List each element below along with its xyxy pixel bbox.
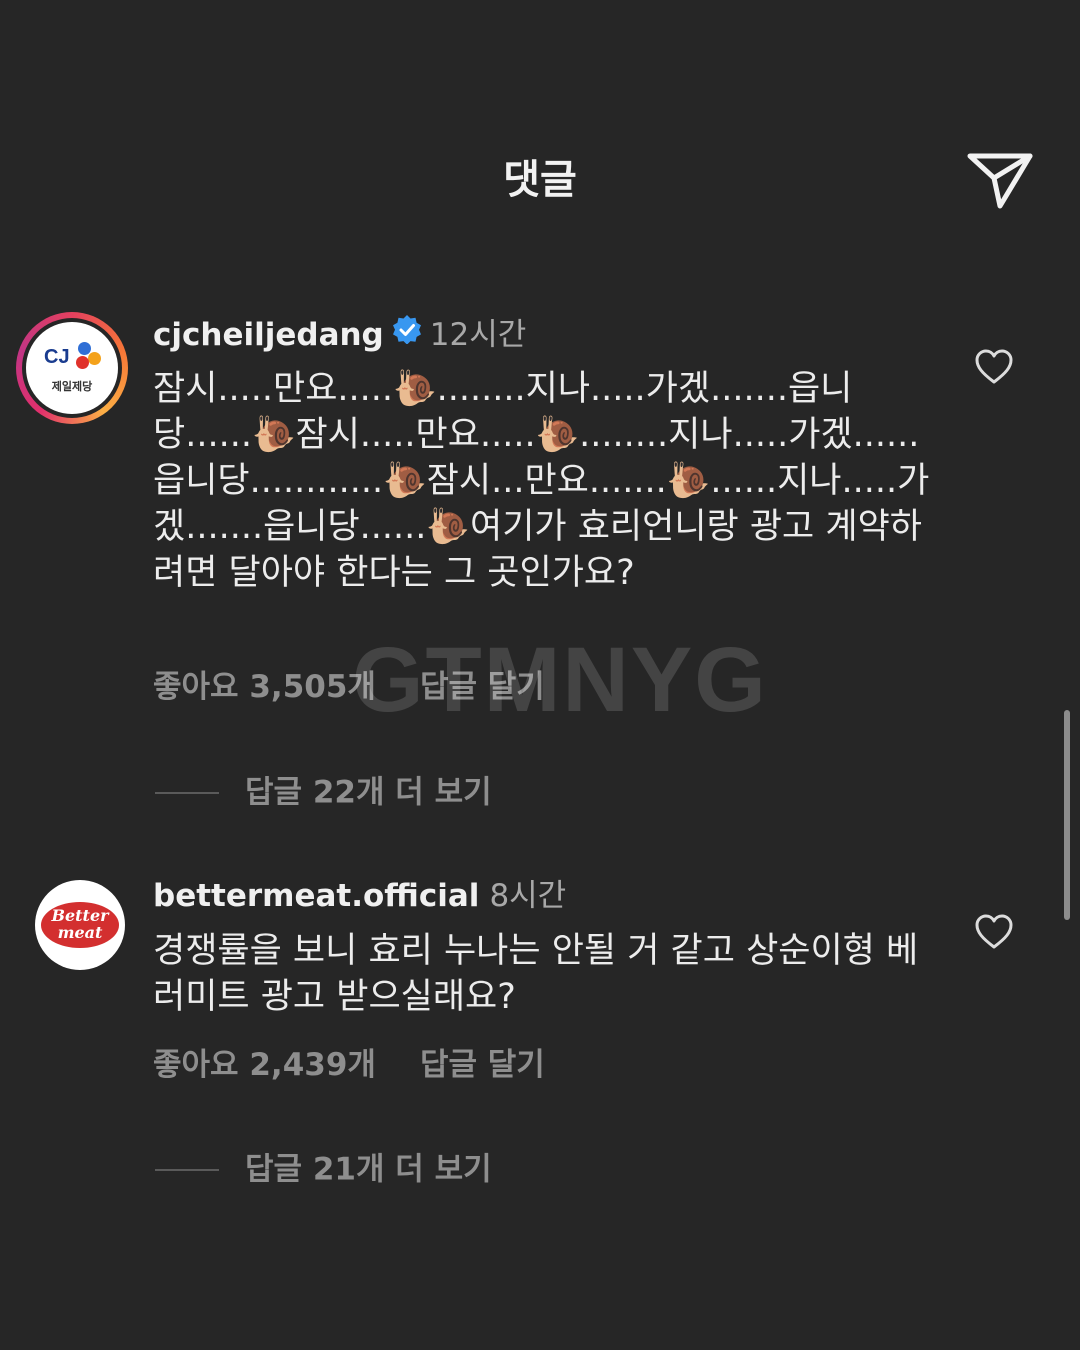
reply-button[interactable]: 답글 달기 xyxy=(420,1047,545,1083)
view-replies-button[interactable]: 답글 22개 더 보기 xyxy=(155,769,492,815)
avatar[interactable]: CJ 제일제당 xyxy=(16,312,128,424)
comment-username[interactable]: bettermeat.official xyxy=(153,878,479,914)
heart-icon[interactable] xyxy=(974,347,1014,387)
scrollbar[interactable] xyxy=(1064,710,1070,920)
paper-plane-icon[interactable] xyxy=(962,146,1038,216)
heart-icon[interactable] xyxy=(974,912,1014,952)
like-count[interactable]: 좋아요 3,505개 xyxy=(153,669,376,705)
comment-text: 잠시.....만요.....🐌........지나.....가겠.......읍… xyxy=(153,369,930,593)
comment-text: 경쟁률을 보니 효리 누나는 안될 거 같고 상순이형 베러미트 광고 받으실래… xyxy=(153,931,919,1017)
comment-username[interactable]: cjcheiljedang xyxy=(153,317,384,353)
comment-time: 8시간 xyxy=(489,878,567,914)
verified-badge-icon xyxy=(392,314,422,362)
watermark: GTMNYG xyxy=(352,629,768,731)
page-title: 댓글 xyxy=(503,157,577,203)
view-replies-button[interactable]: 답글 21개 더 보기 xyxy=(155,1146,492,1192)
avatar[interactable]: Better meat xyxy=(35,880,125,970)
divider xyxy=(155,1168,219,1171)
comment-time: 12시간 xyxy=(429,317,527,353)
divider xyxy=(155,791,219,794)
like-count[interactable]: 좋아요 2,439개 xyxy=(153,1047,376,1083)
bettermeat-logo: Better meat xyxy=(51,906,109,942)
cj-logo: CJ 제일제당 xyxy=(26,322,118,414)
